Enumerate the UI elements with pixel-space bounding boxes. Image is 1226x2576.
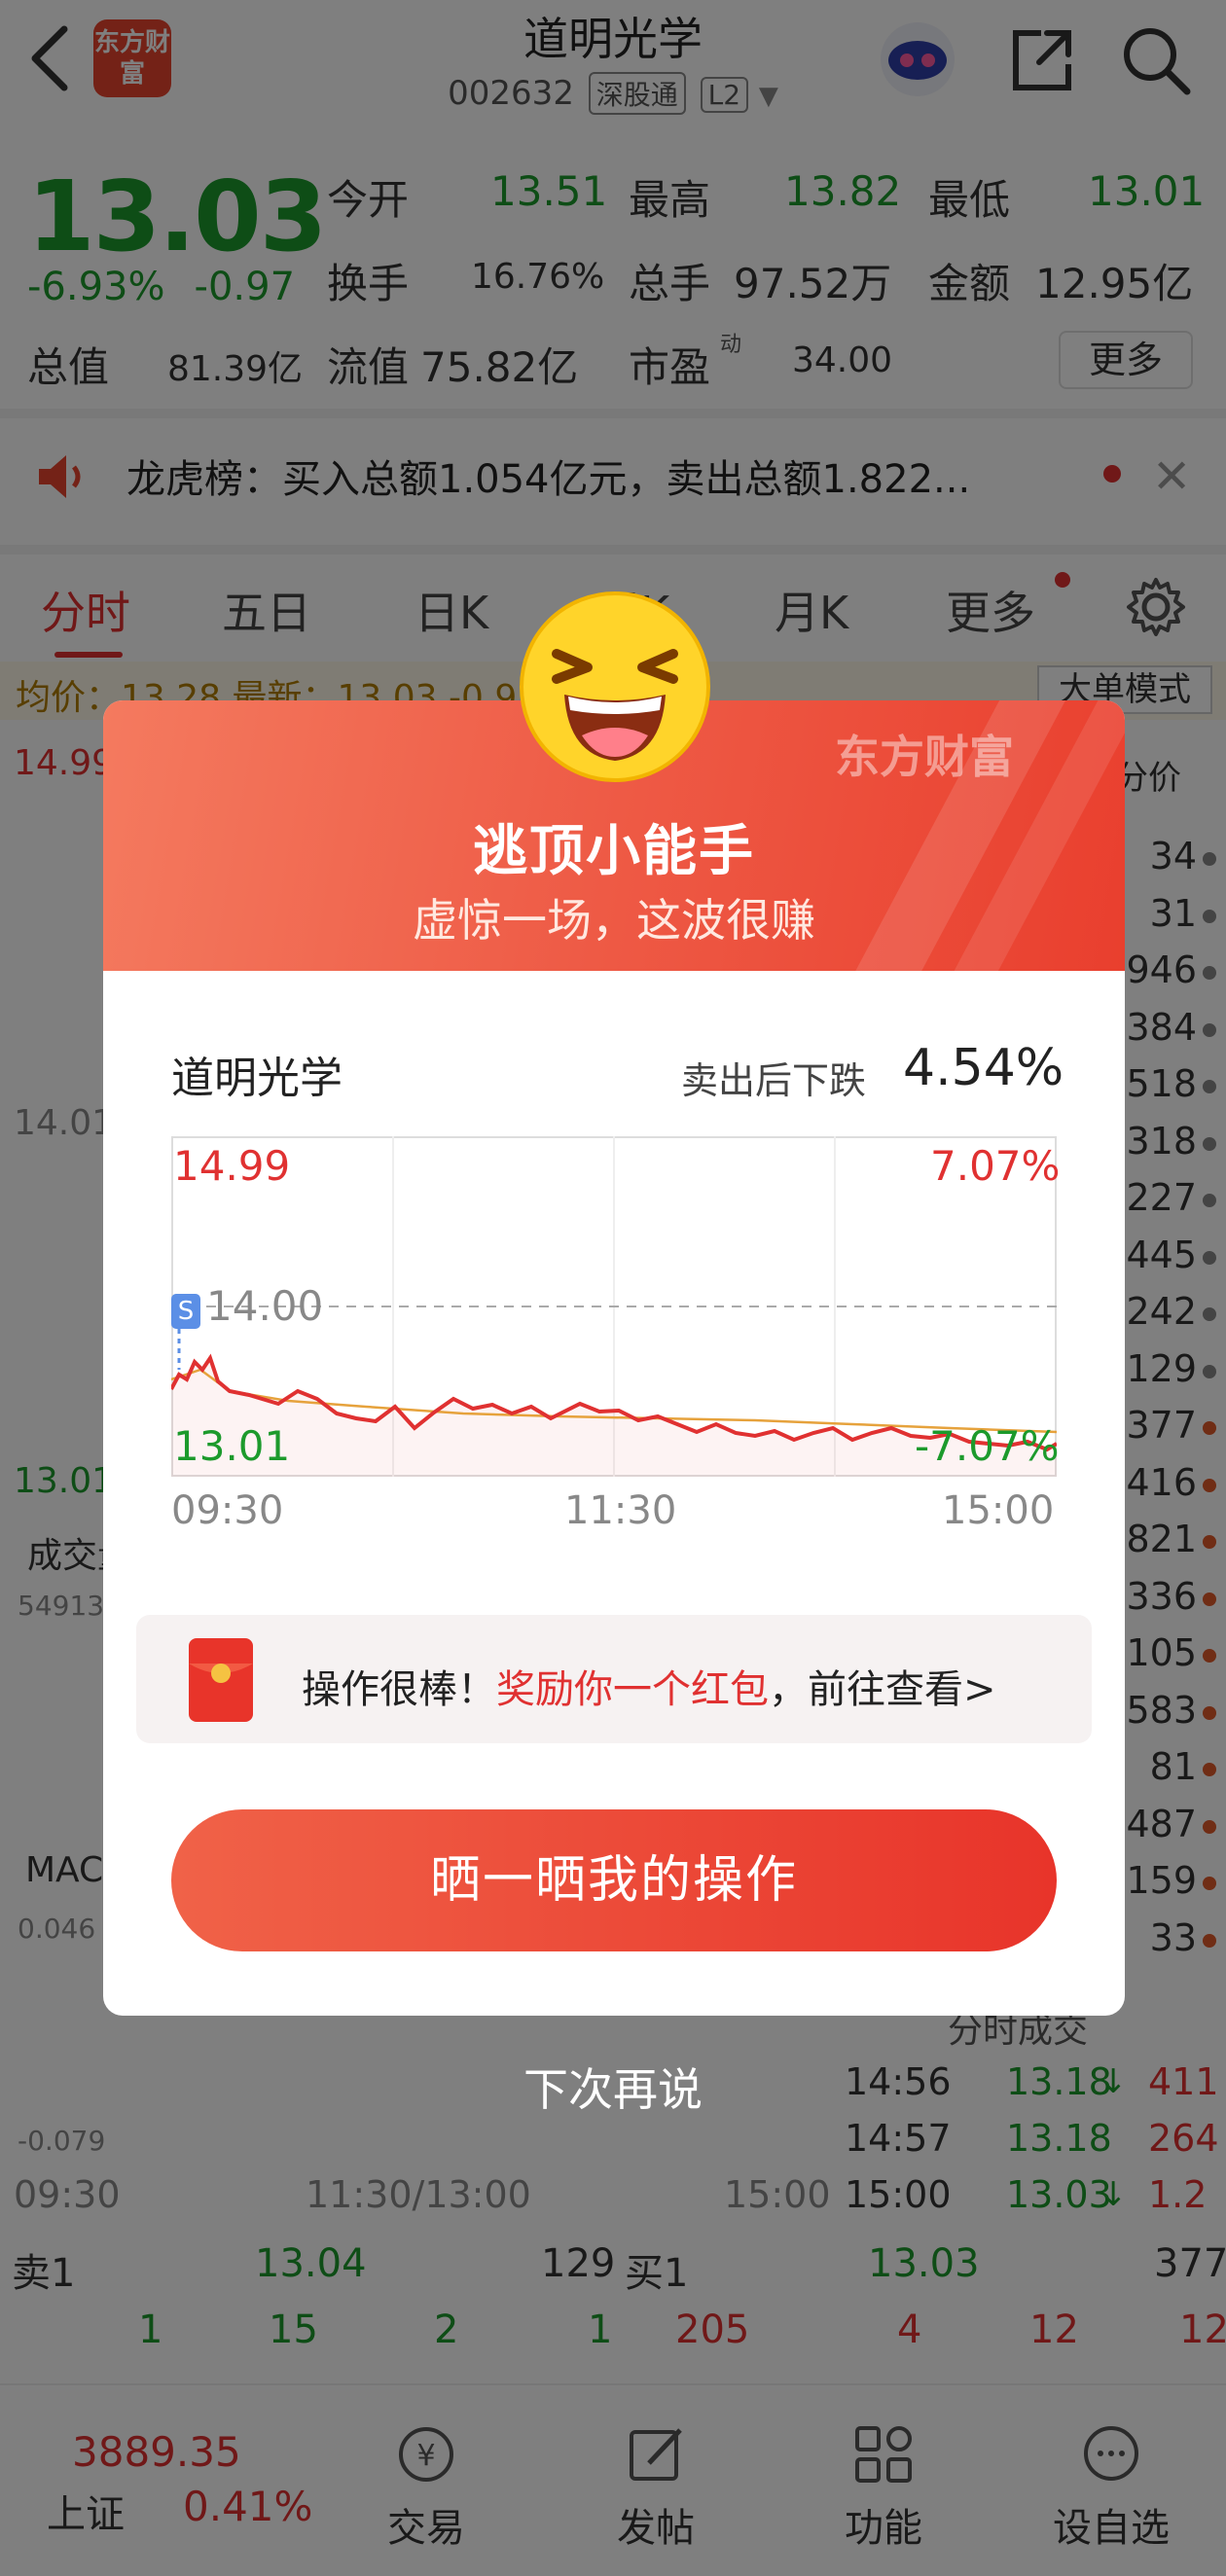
brand-watermark: 东方财富 [835,731,1014,783]
red-packet-banner[interactable]: 操作很棒！奖励你一个红包，前往查看> [136,1615,1092,1743]
reward-prefix: 操作很棒！ [302,1667,496,1712]
drop-label: 卖出后下跌 [681,1059,867,1102]
mini-chart-low: 13.01 [173,1422,291,1470]
sell-marker-text: S [178,1297,195,1326]
mini-time-end: 15:00 [942,1488,1055,1533]
mini-chart: S 14.99 7.07% 14.00 13.01 -7.07% [169,1136,1061,1477]
modal-subtitle: 虚惊一场，这波很赚 [413,894,815,947]
mini-time-mid: 11:30 [564,1488,677,1533]
reward-text: 操作很棒！奖励你一个红包，前往查看> [302,1658,996,1714]
mini-chart-low-pct: -7.07% [915,1422,1060,1470]
achievement-modal: 东方财富 逃顶小能手 虚惊一场，这波很赚 道明光学 卖出后下跌 4.54% S … [103,700,1125,2016]
red-envelope-icon [187,1636,255,1724]
dismiss-link[interactable]: 下次再说 [0,2055,1226,2119]
share-operation-button[interactable]: 晒一晒我的操作 [171,1809,1057,1951]
mini-time-start: 09:30 [171,1488,284,1533]
mini-chart-high-pct: 7.07% [930,1142,1061,1190]
mini-chart-high: 14.99 [173,1142,291,1190]
laughing-emoji-icon [518,590,712,784]
drop-percent: 4.54% [903,1039,1064,1097]
modal-title: 逃顶小能手 [473,820,755,883]
modal-stock-name: 道明光学 [171,1054,343,1103]
reward-link: ，前往查看> [769,1667,996,1712]
mini-chart-mid: 14.00 [206,1282,324,1330]
reward-highlight: 奖励你一个红包 [496,1667,769,1712]
